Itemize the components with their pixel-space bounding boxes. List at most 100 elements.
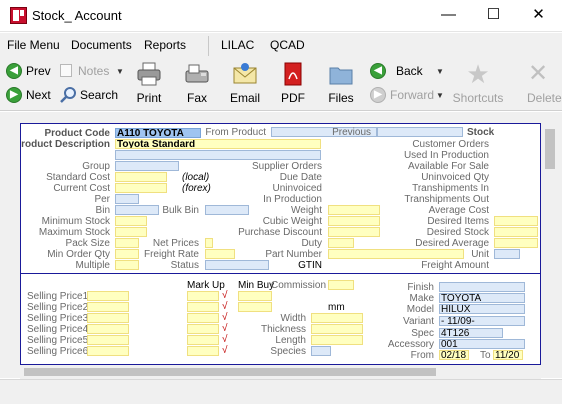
product-description-label: Product Description [20,139,110,150]
tick-3-icon: √ [222,312,228,323]
arrow-left-icon: ◀ [6,63,22,79]
to-field[interactable]: 11/20 [493,350,523,360]
variant-field[interactable]: - 11/09- [439,316,525,326]
previous-field[interactable] [377,127,463,137]
accessory-field[interactable]: 001 [439,339,525,349]
horizontal-scroll-thumb[interactable] [24,368,436,376]
net-prices-field[interactable] [205,238,213,248]
part-number-field[interactable] [328,249,464,259]
app-icon [10,7,27,24]
min-order-qty-field[interactable] [115,249,139,259]
per-field[interactable] [115,194,139,204]
width-field[interactable] [311,313,363,323]
vertical-scrollbar[interactable] [541,123,559,365]
bulk-bin-label: Bulk Bin [162,205,199,216]
mark-up-5-field[interactable] [187,335,219,345]
print-button[interactable]: Print [128,59,170,109]
minimum-stock-field[interactable] [115,216,147,226]
selling-price-3-field[interactable] [87,313,129,323]
delete-button[interactable]: ✕ Delete [522,59,562,109]
spec-field[interactable]: 4T126 [439,328,503,338]
thickness-field[interactable] [311,324,363,334]
from-field[interactable]: 02/18 [439,350,469,360]
selling-price-4-field[interactable] [87,324,129,334]
model-field[interactable]: HILUX [439,304,525,314]
notes-icon [60,64,72,77]
desired-average-field[interactable] [494,238,538,248]
previous-label: Previous [332,127,371,138]
weight-field[interactable] [328,205,380,215]
pack-size-field[interactable] [115,238,139,248]
selling-price-6-field[interactable] [87,346,129,356]
folder-icon [329,67,353,85]
chevron-down-icon: ▼ [436,91,444,100]
menu-file[interactable]: File Menu [7,38,60,52]
maximum-stock-field[interactable] [115,227,147,237]
menu-qcad[interactable]: QCAD [270,38,305,52]
mark-up-3-field[interactable] [187,313,219,323]
mark-up-4-field[interactable] [187,324,219,334]
cubic-weight-field[interactable] [328,216,380,226]
fax-button[interactable]: Fax [176,59,218,109]
email-button[interactable]: Email [224,59,266,109]
current-cost-field[interactable] [115,183,167,193]
product-description-line2-field[interactable] [115,150,321,160]
stock-form-panel: Product Code Product Description Group S… [20,123,541,365]
back-arrow-icon: ◀ [370,63,386,79]
finish-field[interactable] [439,282,525,292]
from-label: From [410,350,434,361]
desired-items-field[interactable] [494,216,538,226]
commission-field[interactable] [328,280,354,290]
shortcuts-button[interactable]: ★ Shortcuts [448,59,508,109]
duty-field[interactable] [328,238,354,248]
selling-price-6-label: Selling Price6 [27,346,89,357]
species-label: Species [270,346,306,357]
back-button[interactable]: ◀ Back ▼ [366,61,446,81]
bin-field[interactable] [115,205,159,215]
forward-button[interactable]: ▶ Forward ▼ [366,85,446,105]
multiple-field[interactable] [115,260,139,270]
selling-price-5-field[interactable] [87,335,129,345]
purchase-discount-field[interactable] [328,227,380,237]
min-buy-2-field[interactable] [238,302,272,312]
stock-label: Stock [467,127,495,138]
toolbar: ◀ Prev ▶ Next Notes ▼ Search Print Fax E… [0,57,562,111]
desired-stock-field[interactable] [494,227,538,237]
mark-up-1-field[interactable] [187,291,219,301]
search-button[interactable]: Search [56,85,122,105]
length-field[interactable] [311,335,363,345]
vertical-scroll-thumb[interactable] [545,129,555,169]
horizontal-scrollbar[interactable] [20,365,541,379]
selling-price-1-field[interactable] [87,291,129,301]
unit-field[interactable] [494,249,520,259]
bulk-bin-field[interactable] [205,205,249,215]
arrow-right-icon: ▶ [6,87,22,103]
product-description-field[interactable]: Toyota Standard [115,139,321,149]
menu-reports[interactable]: Reports [144,38,186,52]
group-field[interactable] [115,161,179,171]
make-field[interactable]: TOYOTA [439,293,525,303]
notes-button[interactable]: Notes ▼ [56,61,126,81]
maximize-button[interactable]: ☐ [471,0,516,32]
multiple-label: Multiple [75,260,110,271]
menu-documents[interactable]: Documents [71,38,132,52]
menu-separator [208,36,209,56]
mark-up-2-field[interactable] [187,302,219,312]
close-button[interactable]: ✕ [516,0,561,32]
status-field[interactable] [205,260,269,270]
standard-cost-field[interactable] [115,172,167,182]
freight-rate-field[interactable] [205,249,235,259]
product-code-field[interactable]: A110 TOYOTA [115,128,201,138]
next-button[interactable]: ▶ Next [2,85,54,105]
prev-button[interactable]: ◀ Prev [2,61,54,81]
mark-up-6-field[interactable] [187,346,219,356]
files-button[interactable]: Files [320,59,362,109]
min-buy-1-field[interactable] [238,291,272,301]
minimize-button[interactable]: — [426,0,471,32]
pdf-button[interactable]: PDF [272,59,314,109]
species-field[interactable] [311,346,331,356]
menu-lilac[interactable]: LILAC [221,38,254,52]
freight-amount-label: Freight Amount [421,260,489,271]
selling-price-2-field[interactable] [87,302,129,312]
tick-4-icon: √ [222,323,228,334]
